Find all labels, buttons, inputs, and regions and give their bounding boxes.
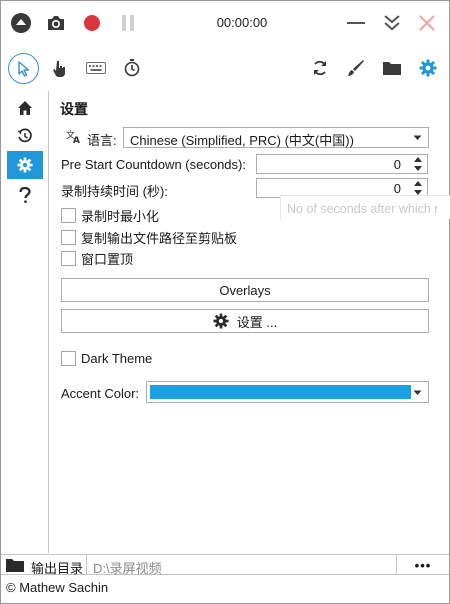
- output-folder-bar: 输出目录 D:\录屏视频 •••: [1, 554, 449, 577]
- stepper-up-icon[interactable]: [412, 155, 424, 164]
- svg-text:A: A: [73, 136, 80, 144]
- translate-icon: 文A: [66, 129, 82, 144]
- collapse-icon[interactable]: [380, 11, 404, 35]
- side-navigation: [1, 91, 49, 553]
- checkbox-label: 复制输出文件路径至剪贴板: [81, 230, 238, 246]
- close-icon[interactable]: [415, 11, 439, 35]
- more-settings-label: 设置 ...: [236, 314, 278, 330]
- stepper-up-icon[interactable]: [412, 179, 424, 188]
- divider: [86, 555, 87, 575]
- copyright-text: © Mathew Sachin: [6, 580, 109, 595]
- duration-label: 录制持续时间 (秒):: [61, 184, 168, 199]
- record-icon[interactable]: [80, 11, 104, 35]
- countdown-value[interactable]: 0: [394, 157, 401, 172]
- home-icon[interactable]: [7, 94, 43, 122]
- minimize-on-record-option[interactable]: 录制时最小化: [61, 207, 160, 224]
- keyboard-icon[interactable]: [84, 56, 108, 80]
- help-icon[interactable]: [7, 181, 43, 209]
- overlays-button-label: Overlays: [219, 282, 271, 298]
- output-path-field[interactable]: D:\录屏视频: [93, 558, 162, 577]
- copy-path-option[interactable]: 复制输出文件路径至剪贴板: [61, 229, 238, 246]
- accent-color-label: Accent Color:: [61, 386, 140, 401]
- refresh-icon[interactable]: [308, 56, 332, 80]
- language-select[interactable]: Chinese (Simplified, PRC) (中文(中国)): [123, 127, 429, 148]
- stepper-down-icon[interactable]: [412, 164, 424, 173]
- accent-color-swatch: [150, 385, 411, 399]
- dark-theme-option[interactable]: Dark Theme: [61, 350, 152, 366]
- tooltip: No of seconds after which r: [280, 195, 450, 219]
- history-icon[interactable]: [7, 122, 43, 150]
- recording-timer: 00:00:00: [216, 15, 268, 30]
- checkbox-label: 窗口置顶: [81, 251, 134, 267]
- cursor-icon[interactable]: [8, 53, 39, 84]
- dark-theme-label: Dark Theme: [81, 350, 153, 366]
- language-value: Chinese (Simplified, PRC) (中文(中国)): [130, 133, 354, 148]
- minimize-icon[interactable]: [344, 11, 368, 35]
- eject-icon[interactable]: [9, 11, 33, 35]
- minimize-on-record-checkbox[interactable]: [61, 207, 76, 223]
- gear-icon: [213, 313, 229, 329]
- folder-icon[interactable]: [6, 558, 24, 572]
- overlays-button[interactable]: Overlays: [61, 278, 429, 302]
- browse-button[interactable]: •••: [397, 555, 449, 575]
- title-bar: 00:00:00: [1, 1, 449, 45]
- output-folder-label: 输出目录: [31, 561, 84, 576]
- folder-icon[interactable]: [380, 56, 404, 80]
- checkbox-label: 录制时最小化: [81, 208, 160, 224]
- gear-icon[interactable]: [416, 56, 440, 80]
- hand-icon[interactable]: [48, 56, 72, 80]
- duration-value[interactable]: 0: [394, 181, 401, 196]
- accent-color-select[interactable]: [146, 381, 429, 403]
- chevron-down-icon: [413, 135, 422, 141]
- toolbar: [1, 47, 449, 89]
- always-on-top-option[interactable]: 窗口置顶: [61, 250, 134, 267]
- dark-theme-checkbox[interactable]: [61, 350, 76, 366]
- chevron-down-icon: [413, 390, 422, 396]
- countdown-label: Pre Start Countdown (seconds):: [61, 157, 246, 172]
- gear-icon[interactable]: [7, 151, 43, 179]
- brush-icon[interactable]: [344, 56, 368, 80]
- camera-icon[interactable]: [44, 11, 68, 35]
- always-on-top-checkbox[interactable]: [61, 250, 76, 266]
- countdown-stepper[interactable]: 0: [256, 154, 428, 174]
- copy-path-checkbox[interactable]: [61, 229, 76, 245]
- pause-icon[interactable]: [116, 11, 140, 35]
- more-settings-button[interactable]: 设置 ...: [61, 309, 429, 333]
- stopwatch-icon[interactable]: [120, 56, 144, 80]
- language-label: 语言:: [87, 133, 117, 148]
- page-title: 设置: [60, 101, 88, 117]
- settings-panel: 设置 文A 语言: Chinese (Simplified, PRC) (中文(…: [51, 91, 450, 553]
